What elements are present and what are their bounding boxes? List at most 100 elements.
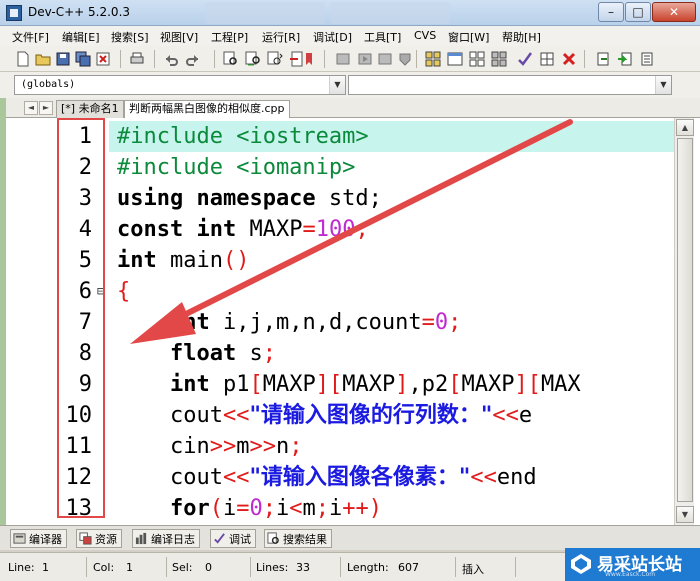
tab-scroll-right-icon[interactable]: ► xyxy=(39,101,53,115)
run-icon[interactable] xyxy=(356,50,374,68)
code-token: << xyxy=(470,465,497,490)
chevron-down-icon[interactable]: ▼ xyxy=(655,76,671,94)
new-project-icon[interactable] xyxy=(424,50,442,68)
tab-search-results[interactable]: 搜索结果 xyxy=(264,529,332,548)
add-watch-icon[interactable] xyxy=(616,50,634,68)
code-line[interactable]: int i,j,m,n,d,count=0; xyxy=(117,307,461,338)
save-icon[interactable] xyxy=(54,50,72,68)
status-line-label: Line: xyxy=(8,561,35,574)
check-icon[interactable] xyxy=(516,50,534,68)
save-all-icon[interactable] xyxy=(74,50,92,68)
remove-file-icon[interactable] xyxy=(468,50,486,68)
scope-member-dropdown[interactable]: ▼ xyxy=(348,75,672,95)
grid-icon[interactable] xyxy=(538,50,556,68)
compile-icon[interactable] xyxy=(334,50,352,68)
code-line[interactable]: cin>>m>>n; xyxy=(117,431,303,462)
find-icon[interactable] xyxy=(222,50,240,68)
menu-help[interactable]: 帮助[H] xyxy=(502,29,541,45)
code-token: for xyxy=(117,496,210,521)
code-line[interactable]: #include <iomanip> xyxy=(117,152,355,183)
tab-resources[interactable]: 资源 xyxy=(76,529,122,548)
code-line[interactable]: float s; xyxy=(117,338,276,369)
code-token: ][ xyxy=(514,372,541,397)
code-token: [ xyxy=(448,372,462,397)
stop-icon[interactable] xyxy=(560,50,578,68)
menu-view[interactable]: 视图[V] xyxy=(160,29,198,45)
status-col-label: Col: xyxy=(93,561,115,574)
redo-icon[interactable] xyxy=(184,50,202,68)
replace-icon[interactable] xyxy=(244,50,262,68)
rebuild-icon[interactable] xyxy=(396,50,414,68)
code-line[interactable]: cout<<"请输入图像的行列数："<<e xyxy=(117,400,532,431)
code-token: ++) xyxy=(342,496,382,521)
code-token: MAXP xyxy=(461,372,515,397)
code-line[interactable]: int p1[MAXP][MAXP],p2[MAXP][MAX xyxy=(117,369,581,400)
maximize-button[interactable]: □ xyxy=(625,2,651,22)
vertical-scrollbar[interactable]: ▲ ▼ xyxy=(674,118,694,525)
menu-search[interactable]: 搜索[S] xyxy=(111,29,149,45)
menu-window[interactable]: 窗口[W] xyxy=(448,29,489,45)
compile-run-icon[interactable] xyxy=(376,50,394,68)
menu-tools[interactable]: 工具[T] xyxy=(364,29,401,45)
resource-icon xyxy=(79,532,92,545)
code-token: #include <iomanip> xyxy=(117,155,356,180)
close-file-icon[interactable] xyxy=(94,50,112,68)
scroll-up-icon[interactable]: ▲ xyxy=(676,119,694,136)
code-line[interactable]: cout<<"请输入图像各像素："<<end xyxy=(117,462,537,493)
code-token: () xyxy=(222,248,250,273)
scope-class-dropdown[interactable]: (globals) ▼ xyxy=(14,75,346,95)
code-token: e xyxy=(518,403,533,428)
code-token: const int xyxy=(117,217,237,242)
tab-untitled[interactable]: [*] 未命名1 xyxy=(56,100,124,118)
find-next-icon[interactable] xyxy=(266,50,284,68)
menu-bar: 文件[F] 编辑[E] 搜索[S] 视图[V] 工程[P] 运行[R] 调试[D… xyxy=(0,26,700,46)
bookmark-icon[interactable] xyxy=(300,50,318,68)
code-line[interactable]: { xyxy=(117,276,130,307)
close-button[interactable]: ✕ xyxy=(652,2,696,22)
debug-icon[interactable] xyxy=(594,50,612,68)
tab-compiler[interactable]: 编译器 xyxy=(10,529,67,548)
code-line[interactable]: using namespace std; xyxy=(117,183,382,214)
chevron-down-icon[interactable]: ▼ xyxy=(329,76,345,94)
code-token: ; xyxy=(262,496,276,521)
scrollbar-thumb[interactable] xyxy=(677,138,693,502)
code-editor[interactable]: 1 2 3 4 5 6 7 8 9 10 11 12 13 ⊟ #include <iostream> #i… xyxy=(6,118,700,525)
undo-icon[interactable] xyxy=(162,50,180,68)
code-line[interactable]: int main() xyxy=(117,245,249,276)
menu-debug[interactable]: 调试[D] xyxy=(313,29,352,45)
minimize-button[interactable]: – xyxy=(598,2,624,22)
project-options-icon[interactable] xyxy=(490,50,508,68)
toolbar-separator xyxy=(584,50,585,68)
open-file-icon[interactable] xyxy=(34,50,52,68)
code-token: ] xyxy=(395,372,409,397)
menu-file[interactable]: 文件[F] xyxy=(12,29,49,45)
scroll-down-icon[interactable]: ▼ xyxy=(676,506,694,523)
menu-project[interactable]: 工程[P] xyxy=(211,29,248,45)
print-icon[interactable] xyxy=(128,50,146,68)
code-text-area[interactable]: #include <iostream> #include <iomanip> usi… xyxy=(109,118,680,525)
status-insert-mode: 插入 xyxy=(462,563,484,576)
tab-scroll-left-icon[interactable]: ◄ xyxy=(24,101,38,115)
toolbar-separator xyxy=(120,50,121,68)
menu-run[interactable]: 运行[R] xyxy=(262,29,300,45)
menu-edit[interactable]: 编辑[E] xyxy=(62,29,100,45)
add-file-icon[interactable] xyxy=(446,50,464,68)
toolbar-separator xyxy=(214,50,215,68)
code-line[interactable]: for(i=0;i<m;i++) xyxy=(117,493,382,524)
code-token: m xyxy=(302,496,316,521)
tab-image-similarity-cpp[interactable]: 判断两幅黑白图像的相似度.cpp xyxy=(124,100,290,118)
menu-cvs[interactable]: CVS xyxy=(414,29,436,42)
code-token: using namespace xyxy=(117,186,316,211)
bottom-panel-tabs: 编译器 资源 编译日志 调试 搜索结果 xyxy=(0,525,700,550)
status-separator xyxy=(166,557,167,577)
view-cpu-icon[interactable] xyxy=(638,50,656,68)
code-line[interactable]: #include <iostream> xyxy=(117,121,369,152)
devcpp-app-icon[interactable] xyxy=(6,5,22,21)
code-token: float xyxy=(169,341,237,366)
code-token: MAXP xyxy=(236,217,303,242)
tab-compile-log[interactable]: 编译日志 xyxy=(132,529,200,548)
new-file-icon[interactable] xyxy=(14,50,32,68)
tab-debug[interactable]: 调试 xyxy=(210,529,256,548)
code-line[interactable]: const int MAXP=100; xyxy=(117,214,369,245)
